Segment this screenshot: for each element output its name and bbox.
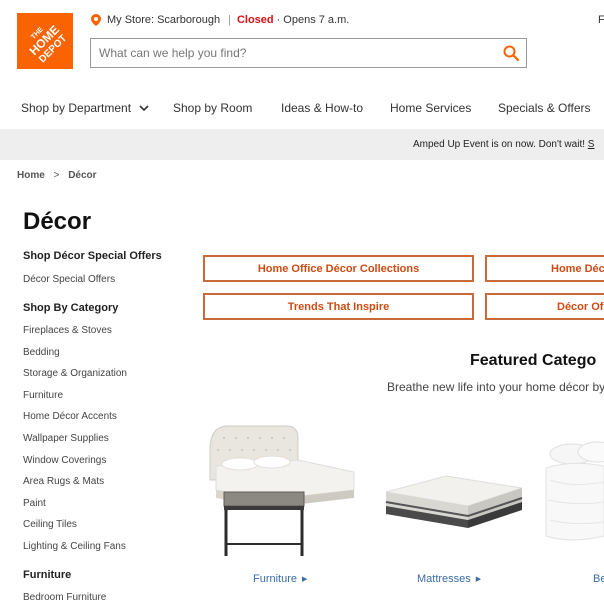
- store-status: Closed: [236, 14, 274, 26]
- category-label: Furniture: [253, 573, 298, 585]
- sidebar-category-heading: Shop By Category: [23, 302, 119, 314]
- main-nav: Shop by Department Shop by Room Ideas & …: [0, 95, 604, 121]
- sidebar-item-home-decor-accents[interactable]: Home Décor Accents: [23, 411, 117, 422]
- sidebar-item-bedroom-furniture[interactable]: Bedroom Furniture: [23, 592, 106, 603]
- nav-label: Ideas & How-to: [281, 101, 364, 115]
- sidebar-item-area-rugs[interactable]: Area Rugs & Mats: [23, 476, 104, 487]
- featured-title: Featured Catego: [470, 352, 597, 369]
- category-bedding-link[interactable]: Be: [593, 573, 604, 585]
- chevron-down-icon: [139, 105, 149, 112]
- home-depot-logo[interactable]: THE HOME DEPOT: [17, 13, 73, 69]
- trends-button[interactable]: Trends That Inspire: [203, 293, 474, 320]
- promo-text: Amped Up Event is on now. Don't wait! S: [413, 139, 594, 150]
- sidebar-special-heading: Shop Décor Special Offers: [23, 250, 162, 262]
- store-label: My Store:: [107, 14, 155, 26]
- nav-label: Shop by Department: [21, 101, 132, 115]
- chevron-right-icon: ▶: [475, 576, 482, 583]
- breadcrumb-separator: >: [53, 170, 60, 181]
- nav-label: Home Services: [390, 101, 472, 115]
- logo-mark: THE HOME DEPOT: [17, 13, 73, 69]
- category-mattresses-link[interactable]: Mattresses ▶: [417, 573, 481, 585]
- store-selector[interactable]: My Store: Scarborough | Closed · Opens 7…: [91, 14, 349, 26]
- store-divider: |: [228, 14, 231, 26]
- header-overflow-text[interactable]: F: [598, 14, 604, 26]
- sidebar-item-wallpaper[interactable]: Wallpaper Supplies: [23, 433, 109, 444]
- bedding-image[interactable]: [542, 440, 604, 550]
- store-name[interactable]: Scarborough: [157, 14, 220, 26]
- furniture-image[interactable]: [206, 420, 358, 560]
- nav-ideas-how-to[interactable]: Ideas & How-to: [281, 101, 363, 115]
- decor-offers-button[interactable]: Décor Of: [485, 293, 604, 320]
- sidebar-item-lighting[interactable]: Lighting & Ceiling Fans: [23, 541, 126, 552]
- promo-message: Amped Up Event is on now. Don't wait!: [413, 139, 588, 150]
- sidebar-item-paint[interactable]: Paint: [23, 498, 46, 509]
- search-icon: [503, 45, 519, 61]
- chevron-right-icon: ▶: [302, 576, 308, 583]
- nav-specials-offers[interactable]: Specials & Offers: [498, 101, 590, 115]
- category-label: Be: [593, 573, 604, 585]
- nav-shop-by-room[interactable]: Shop by Room: [173, 101, 252, 115]
- sidebar-item-window-coverings[interactable]: Window Coverings: [23, 455, 106, 466]
- page-title: Décor: [23, 208, 92, 235]
- nav-home-services[interactable]: Home Services: [390, 101, 471, 115]
- breadcrumb-current: Décor: [68, 170, 97, 181]
- breadcrumb-home[interactable]: Home: [17, 170, 45, 181]
- sidebar-item-storage[interactable]: Storage & Organization: [23, 368, 127, 379]
- breadcrumb: Home > Décor: [17, 170, 97, 181]
- sidebar-item-furniture[interactable]: Furniture: [23, 390, 63, 401]
- mattress-image[interactable]: [382, 458, 524, 536]
- home-decor-button[interactable]: Home Déc: [485, 255, 604, 282]
- search-input[interactable]: What can we help you find?: [91, 46, 496, 60]
- store-hours: Opens 7 a.m.: [283, 14, 350, 26]
- search-bar[interactable]: What can we help you find?: [90, 38, 527, 68]
- search-button[interactable]: [496, 39, 526, 67]
- featured-subtitle: Breathe new life into your home décor by: [387, 380, 604, 394]
- location-pin-icon: [91, 14, 101, 26]
- sidebar-item-fireplaces[interactable]: Fireplaces & Stoves: [23, 325, 112, 336]
- nav-label: Shop by Room: [173, 101, 253, 115]
- promo-banner: Amped Up Event is on now. Don't wait! S: [0, 129, 604, 160]
- home-office-decor-button[interactable]: Home Office Décor Collections: [203, 255, 474, 282]
- sidebar-item-ceiling-tiles[interactable]: Ceiling Tiles: [23, 519, 77, 530]
- sidebar-item-bedding[interactable]: Bedding: [23, 347, 60, 358]
- category-label: Mattresses: [417, 573, 471, 585]
- store-bullet: ·: [276, 14, 281, 26]
- nav-label: Specials & Offers: [498, 101, 591, 115]
- nav-shop-by-department[interactable]: Shop by Department: [21, 101, 149, 115]
- sidebar-furniture-heading: Furniture: [23, 569, 72, 581]
- sidebar-special-link[interactable]: Décor Special Offers: [23, 274, 115, 285]
- category-furniture-link[interactable]: Furniture ▶: [253, 573, 307, 585]
- promo-link[interactable]: S: [588, 139, 595, 150]
